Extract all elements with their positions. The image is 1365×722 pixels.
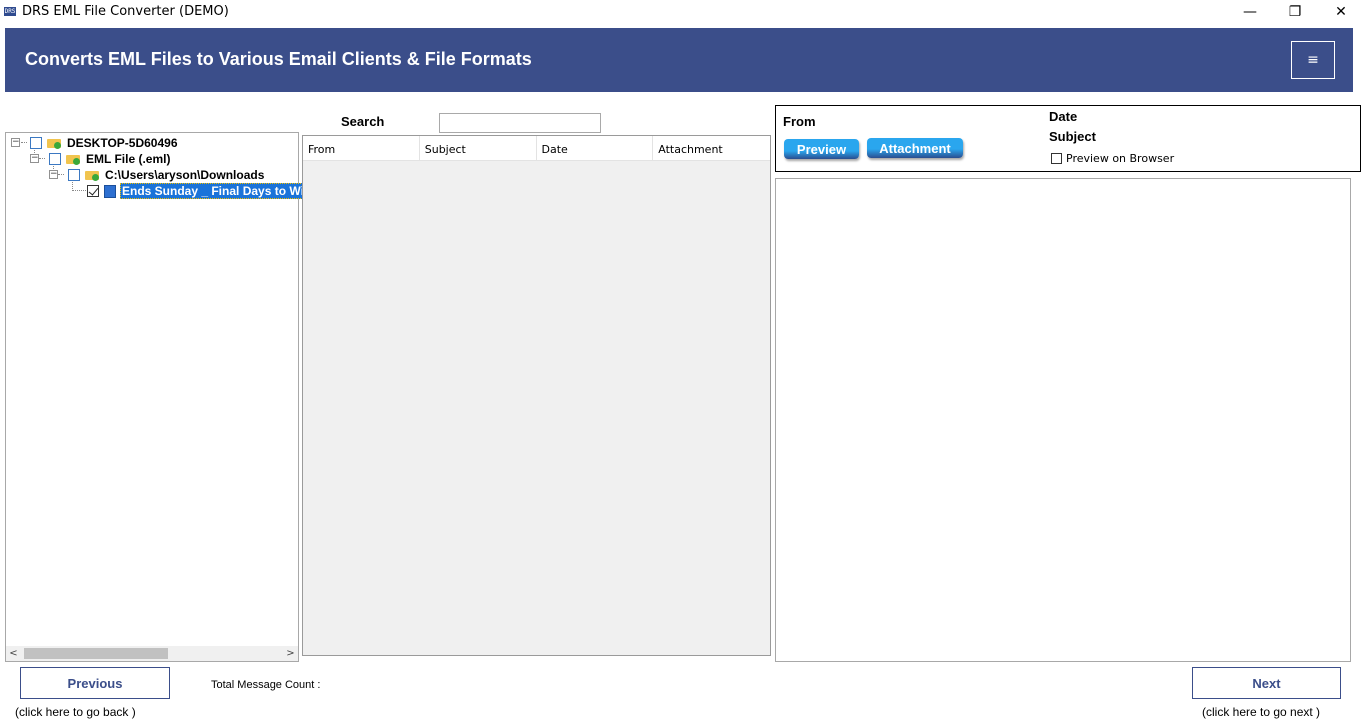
checkbox[interactable] [1051, 153, 1062, 164]
folder-tree: − DESKTOP-5D60496 − EML File (.eml) − C:… [5, 132, 314, 662]
tree-node-label: C:\Users\aryson\Downloads [105, 168, 265, 182]
document-icon [104, 184, 116, 198]
tree-connector [21, 142, 27, 143]
scroll-left-arrow[interactable]: < [6, 646, 21, 661]
preview-button[interactable]: Preview [784, 139, 859, 159]
window-title: DRS EML File Converter (DEMO) [22, 4, 229, 19]
next-button[interactable]: Next [1192, 667, 1341, 699]
tree-connector [58, 174, 64, 175]
attachment-button[interactable]: Attachment [867, 138, 963, 158]
tree-node-desktop[interactable]: DESKTOP-5D60496 [30, 135, 178, 151]
previous-hint: (click here to go back ) [15, 705, 136, 719]
total-message-count-label: Total Message Count : [211, 679, 321, 691]
column-header-from[interactable]: From [303, 136, 420, 160]
tree-node-checkbox[interactable] [30, 137, 42, 149]
date-label: Date [1049, 109, 1078, 124]
minimize-button[interactable]: — [1227, 0, 1273, 24]
close-button[interactable]: ✕ [1318, 0, 1364, 24]
collapse-toggle[interactable]: − [11, 138, 20, 147]
from-label: From [783, 114, 816, 129]
collapse-toggle[interactable]: − [49, 170, 58, 179]
grid-header: From Subject Date Attachment [303, 136, 770, 161]
search-input[interactable] [439, 113, 601, 133]
folder-icon [47, 137, 63, 149]
tree-node-checkbox[interactable] [87, 185, 99, 197]
app-icon: DRS [4, 7, 16, 16]
tree-connector [72, 190, 88, 191]
subject-label: Subject [1049, 129, 1096, 144]
hamburger-menu-button[interactable]: ≡ [1291, 41, 1335, 79]
message-grid[interactable]: From Subject Date Attachment [302, 135, 771, 656]
tree-node-eml-file[interactable]: EML File (.eml) [49, 151, 170, 167]
tree-node-label: DESKTOP-5D60496 [67, 136, 178, 150]
tree-horizontal-scrollbar[interactable]: < > [6, 646, 298, 661]
next-hint: (click here to go next ) [1202, 705, 1321, 719]
tree-connector [39, 158, 45, 159]
checkbox-label: Preview on Browser [1066, 152, 1175, 165]
tree-node-downloads[interactable]: C:\Users\aryson\Downloads [68, 167, 264, 183]
column-header-subject[interactable]: Subject [420, 136, 537, 160]
column-header-attachment[interactable]: Attachment [653, 136, 770, 160]
banner-title: Converts EML Files to Various Email Clie… [25, 49, 532, 69]
menu-icon: ≡ [1307, 52, 1319, 68]
tree-node-label: EML File (.eml) [86, 152, 171, 166]
title-bar: DRS DRS EML File Converter (DEMO) — ❐ ✕ [0, 0, 1365, 26]
previous-button[interactable]: Previous [20, 667, 170, 699]
folder-icon [66, 153, 82, 165]
collapse-toggle[interactable]: − [30, 154, 39, 163]
message-details-panel: From Date Subject Preview Attachment Pre… [775, 105, 1361, 172]
tree-node-email[interactable]: Ends Sunday _ Final Days to Win [87, 183, 314, 199]
tree-node-checkbox[interactable] [49, 153, 61, 165]
scroll-right-arrow[interactable]: > [283, 646, 298, 661]
search-label: Search [341, 114, 385, 129]
column-header-date[interactable]: Date [537, 136, 654, 160]
restore-button[interactable]: ❐ [1272, 0, 1318, 24]
tree-node-checkbox[interactable] [68, 169, 80, 181]
tree-node-label: Ends Sunday _ Final Days to Win [120, 183, 314, 199]
header-banner: Converts EML Files to Various Email Clie… [5, 28, 1353, 92]
preview-on-browser-checkbox[interactable]: Preview on Browser [1051, 152, 1174, 165]
message-preview-area[interactable] [775, 178, 1351, 662]
folder-icon [85, 169, 101, 181]
scroll-thumb[interactable] [24, 648, 168, 659]
